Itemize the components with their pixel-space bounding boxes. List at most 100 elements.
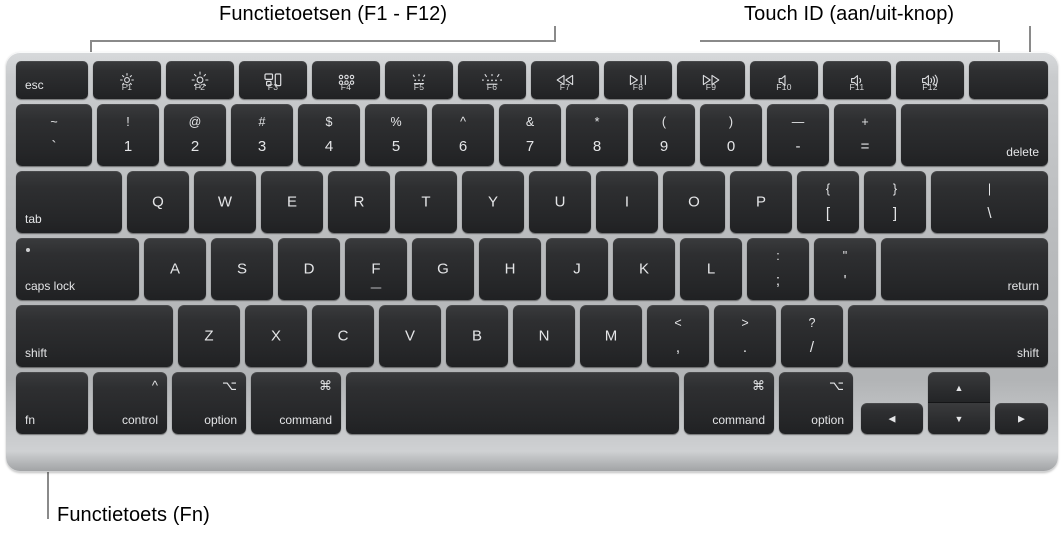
key-f10[interactable]: F10 [750, 61, 818, 99]
key-k[interactable]: K [613, 238, 675, 300]
key-control-label: control [121, 413, 158, 427]
key-4[interactable]: $ 4 [298, 104, 360, 166]
key-bracket-right-upper: } [892, 182, 898, 197]
key-f[interactable]: F [345, 238, 407, 300]
key-f12-fnlabel: F12 [922, 81, 938, 92]
key-shift-right[interactable]: shift [848, 305, 1048, 367]
key-i[interactable]: I [596, 171, 658, 233]
key-7[interactable]: & 7 [499, 104, 561, 166]
key-comma[interactable]: < , [647, 305, 709, 367]
key-equals-lower: = [860, 137, 870, 155]
key-h[interactable]: H [479, 238, 541, 300]
key-command-right[interactable]: ⌘ command [684, 372, 774, 434]
key-f5[interactable]: F5 [385, 61, 453, 99]
key-fn[interactable]: fn [16, 372, 88, 434]
key-f2-fnlabel: F2 [194, 81, 206, 92]
key-f7-fnlabel: F7 [559, 81, 571, 92]
key-6[interactable]: ^ 6 [432, 104, 494, 166]
key-semicolon-lower: ; [775, 271, 781, 289]
key-arrow-up[interactable]: ▲ [928, 372, 990, 403]
touch-id-icon[interactable] [969, 61, 1048, 99]
key-arrow-down[interactable]: ▼ [928, 403, 990, 434]
key-command-left[interactable]: ⌘ command [251, 372, 341, 434]
key-arrow-left[interactable]: ◀ [861, 403, 923, 434]
key-f4[interactable]: F4 [312, 61, 380, 99]
key-arrow-right[interactable]: ▶ [995, 403, 1048, 434]
key-f11[interactable]: F11 [823, 61, 891, 99]
key-tab-label: tab [25, 212, 42, 226]
key-9[interactable]: ( 9 [633, 104, 695, 166]
key-w[interactable]: W [194, 171, 256, 233]
key-z[interactable]: Z [178, 305, 240, 367]
key-q-label: Q [152, 193, 164, 211]
key-command-left-label: command [279, 413, 332, 427]
key-x-label: X [270, 327, 281, 345]
key-0[interactable]: ) 0 [700, 104, 762, 166]
keyboard-diagram: Functietoetsen (F1 - F12) Touch ID (aan/… [0, 0, 1064, 540]
key-f7[interactable]: F7 [531, 61, 599, 99]
key-s[interactable]: S [211, 238, 273, 300]
key-minus-lower: - [795, 137, 801, 155]
key-3-upper: # [258, 115, 266, 130]
key-t[interactable]: T [395, 171, 457, 233]
key-r[interactable]: R [328, 171, 390, 233]
key-3[interactable]: # 3 [231, 104, 293, 166]
key-f1[interactable]: F1 [93, 61, 161, 99]
key-f9[interactable]: F9 [677, 61, 745, 99]
key-1[interactable]: ! 1 [97, 104, 159, 166]
key-backslash[interactable]: | \ [931, 171, 1048, 233]
key-p[interactable]: P [730, 171, 792, 233]
key-option-right[interactable]: ⌥ option [779, 372, 853, 434]
leader-function-keys-horizontal [90, 40, 556, 42]
leader-touch-id-horizontal [700, 40, 1000, 42]
key-return[interactable]: return [881, 238, 1048, 300]
key-semicolon[interactable]: : ; [747, 238, 809, 300]
key-g[interactable]: G [412, 238, 474, 300]
key-tab[interactable]: tab [16, 171, 122, 233]
key-u[interactable]: U [529, 171, 591, 233]
key-bracket-left[interactable]: { [ [797, 171, 859, 233]
key-bracket-left-lower: [ [825, 204, 831, 222]
arrow-up-icon: ▲ [954, 382, 964, 393]
key-y-label: Y [487, 193, 498, 211]
key-backtick[interactable]: ~ ` [16, 104, 92, 166]
key-m[interactable]: M [580, 305, 642, 367]
key-5[interactable]: % 5 [365, 104, 427, 166]
key-period[interactable]: > . [714, 305, 776, 367]
key-a[interactable]: A [144, 238, 206, 300]
key-f2[interactable]: F2 [166, 61, 234, 99]
key-minus[interactable]: — - [767, 104, 829, 166]
key-esc[interactable]: esc [16, 61, 88, 99]
key-c[interactable]: C [312, 305, 374, 367]
key-p-label: P [755, 193, 766, 211]
key-shift-left[interactable]: shift [16, 305, 173, 367]
key-slash[interactable]: ? / [781, 305, 843, 367]
key-equals[interactable]: + = [834, 104, 896, 166]
key-f6[interactable]: F6 [458, 61, 526, 99]
key-bracket-right[interactable]: } ] [864, 171, 926, 233]
key-o[interactable]: O [663, 171, 725, 233]
key-8[interactable]: * 8 [566, 104, 628, 166]
key-f8[interactable]: F8 [604, 61, 672, 99]
key-j[interactable]: J [546, 238, 608, 300]
key-b[interactable]: B [446, 305, 508, 367]
key-x[interactable]: X [245, 305, 307, 367]
key-v[interactable]: V [379, 305, 441, 367]
key-l[interactable]: L [680, 238, 742, 300]
key-e[interactable]: E [261, 171, 323, 233]
key-space[interactable] [346, 372, 679, 434]
key-arrow-up-down[interactable]: ▲ ▼ [928, 372, 990, 434]
key-delete[interactable]: delete [901, 104, 1048, 166]
key-f3[interactable]: F3 [239, 61, 307, 99]
key-y[interactable]: Y [462, 171, 524, 233]
key-n[interactable]: N [513, 305, 575, 367]
key-control[interactable]: ^ control [93, 372, 167, 434]
key-quote[interactable]: " ' [814, 238, 876, 300]
key-option-left[interactable]: ⌥ option [172, 372, 246, 434]
key-2[interactable]: @ 2 [164, 104, 226, 166]
key-q[interactable]: Q [127, 171, 189, 233]
key-slash-upper: ? [808, 316, 816, 331]
key-caps-lock[interactable]: caps lock [16, 238, 139, 300]
key-d[interactable]: D [278, 238, 340, 300]
key-f12[interactable]: F12 [896, 61, 964, 99]
